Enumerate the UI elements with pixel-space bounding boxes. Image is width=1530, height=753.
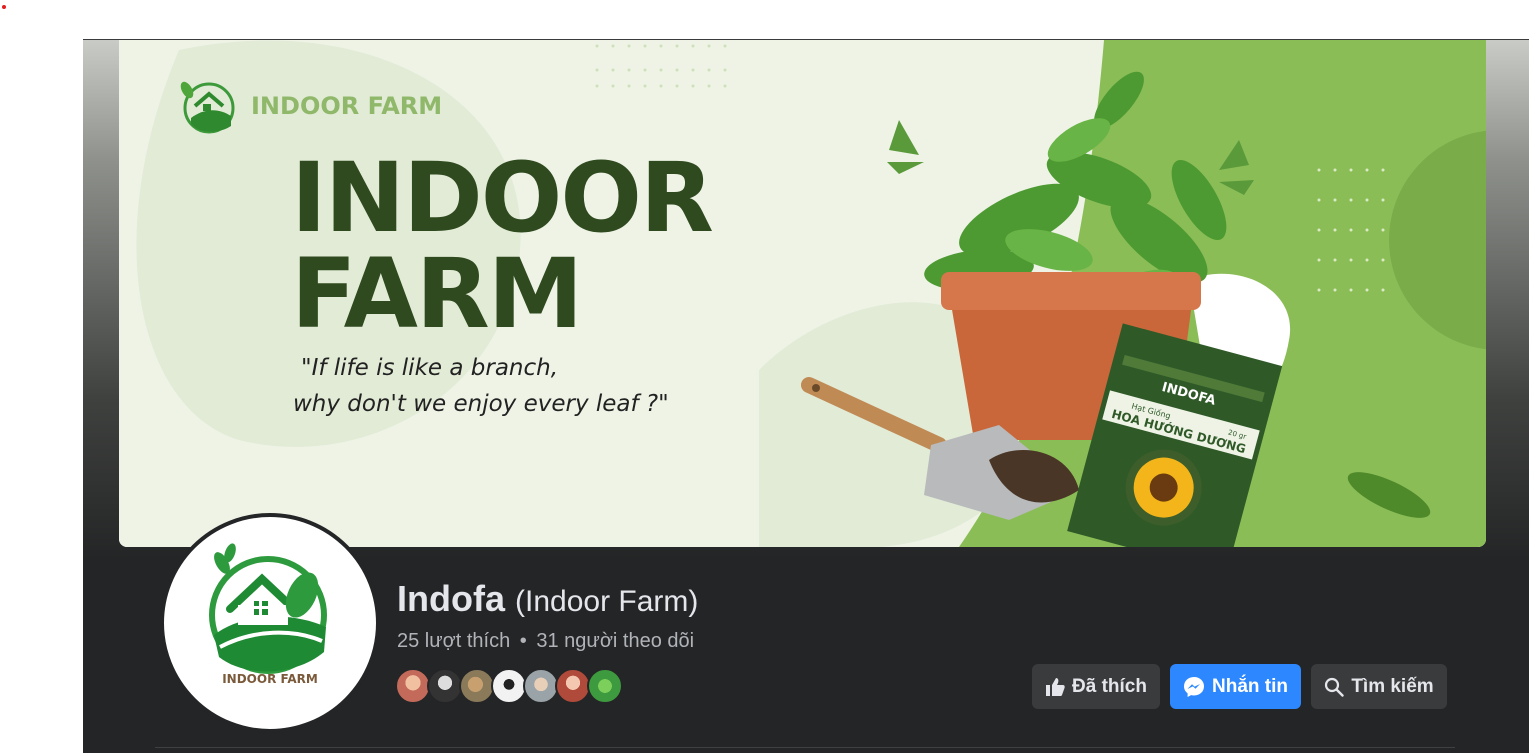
headline-line-2: FARM xyxy=(291,238,583,350)
cover-quote: "If life is like a branch, why don't we … xyxy=(293,350,669,422)
cover-brand-name: INDOOR FARM xyxy=(251,92,443,120)
search-icon xyxy=(1325,677,1345,697)
thumbs-up-icon xyxy=(1046,677,1065,696)
follower-avatar[interactable] xyxy=(523,668,559,704)
follower-avatar[interactable] xyxy=(395,668,431,704)
search-button[interactable]: Tìm kiếm xyxy=(1311,664,1447,709)
farm-logo-icon xyxy=(180,81,235,134)
indoor-farm-logo-icon xyxy=(209,543,327,674)
follower-avatar[interactable] xyxy=(555,668,591,704)
page-stats: 25 lượt thích • 31 người theo dõi xyxy=(397,630,694,653)
likes-count[interactable]: 25 lượt thích xyxy=(397,630,510,652)
stats-separator: • xyxy=(519,630,527,652)
followers-count[interactable]: 31 người theo dõi xyxy=(536,630,694,652)
liked-button-label: Đã thích xyxy=(1072,675,1147,697)
headline-line-1: INDOOR xyxy=(291,142,714,254)
liked-button[interactable]: Đã thích xyxy=(1032,664,1160,709)
search-button-label: Tìm kiếm xyxy=(1351,675,1434,697)
message-button-label: Nhắn tin xyxy=(1212,675,1288,697)
page-name[interactable]: Indofa xyxy=(397,578,505,619)
follower-avatar[interactable] xyxy=(427,668,463,704)
cover-photo[interactable]: INDOFA Hạt Giống 20 gr HOA HƯỚNG DƯƠNG I… xyxy=(119,40,1486,547)
follower-avatar[interactable] xyxy=(491,668,527,704)
quote-line-2: why don't we enjoy every leaf ?" xyxy=(293,391,669,417)
page-title[interactable]: Indofa (Indoor Farm) xyxy=(397,578,698,620)
cover-brand: INDOOR FARM xyxy=(179,76,442,136)
red-dot-marker xyxy=(2,5,6,9)
page-subname: (Indoor Farm) xyxy=(515,585,699,618)
messenger-icon xyxy=(1184,676,1204,697)
message-button[interactable]: Nhắn tin xyxy=(1170,664,1301,709)
profile-picture[interactable]: INDOOR FARM xyxy=(160,513,380,733)
header-divider xyxy=(155,747,1455,748)
profile-logo-text: INDOOR FARM xyxy=(222,672,318,686)
follower-avatar[interactable] xyxy=(459,668,495,704)
quote-line-1: "If life is like a branch, xyxy=(301,355,559,381)
cover-headline: INDOOR FARM xyxy=(291,142,714,350)
follower-avatars xyxy=(395,668,623,704)
follower-avatar[interactable] xyxy=(587,668,623,704)
